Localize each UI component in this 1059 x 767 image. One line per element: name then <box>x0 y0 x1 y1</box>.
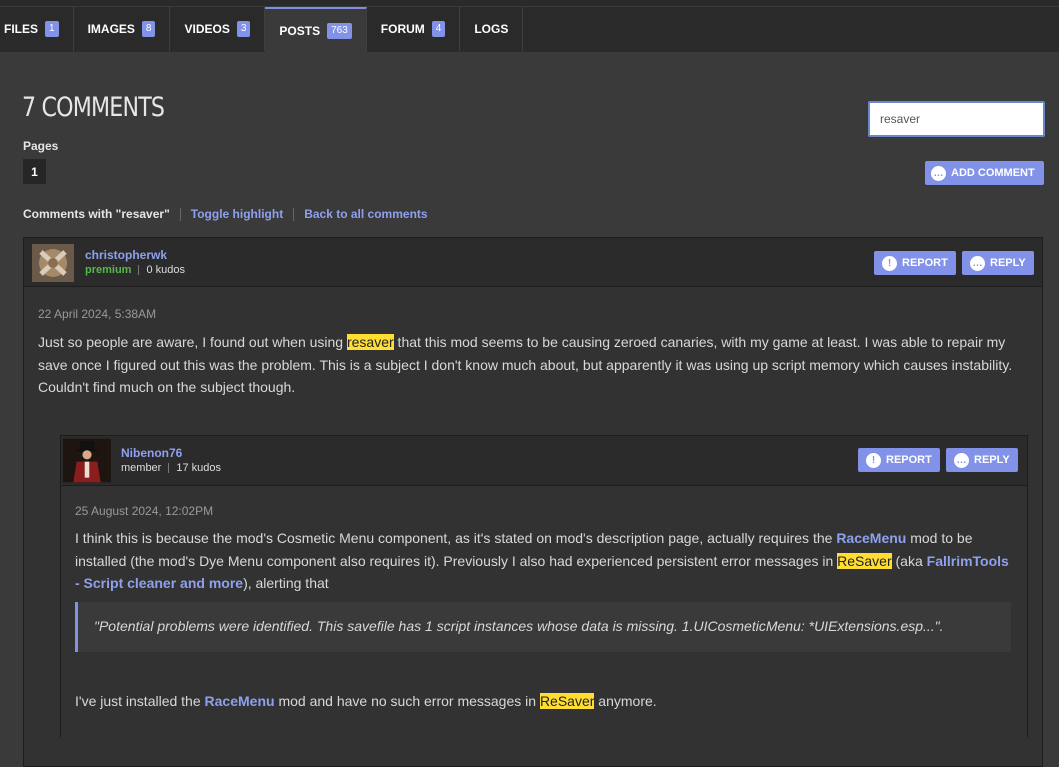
search-highlight: resaver <box>346 334 394 350</box>
author-meta: premium 0 kudos <box>85 264 185 276</box>
filter-label: Comments with "resaver" <box>23 207 170 221</box>
tab-label: FILES <box>4 22 39 36</box>
author-name[interactable]: Nibenon76 <box>121 446 182 460</box>
add-comment-label: ADD COMMENT <box>951 167 1035 179</box>
text-segment: anymore. <box>594 693 657 709</box>
tab-images[interactable]: IMAGES 8 <box>74 7 171 51</box>
racemenu-link[interactable]: RaceMenu <box>205 693 275 709</box>
tab-label: VIDEOS <box>184 22 230 36</box>
filter-line: Comments with "resaver" Toggle highlight… <box>23 207 428 221</box>
comment-date: 25 August 2024, 12:02PM <box>75 504 214 518</box>
text-segment: I think this is because the mod's Cosmet… <box>75 530 837 546</box>
search-input[interactable] <box>868 101 1045 137</box>
tab-label: FORUM <box>380 22 425 36</box>
report-label: REPORT <box>886 454 932 466</box>
text-segment: (aka <box>891 552 927 569</box>
tab-videos[interactable]: VIDEOS 3 <box>170 7 266 51</box>
search-highlight: ReSaver <box>539 693 595 709</box>
reply-button[interactable]: … REPLY <box>962 251 1034 275</box>
page-number-button[interactable]: 1 <box>23 159 46 184</box>
report-label: REPORT <box>902 257 948 269</box>
tab-count-badge: 3 <box>236 21 251 37</box>
tab-label: LOGS <box>474 22 509 36</box>
tab-count-badge: 1 <box>45 21 59 37</box>
member-role: premium <box>85 264 132 276</box>
divider <box>168 463 170 473</box>
text-segment: Just so people are aware, I found out wh… <box>38 334 347 350</box>
alert-icon: ! <box>866 452 881 468</box>
tab-bar: FILES 1 IMAGES 8 VIDEOS 3 POSTS 763 FORUM 4 L… <box>0 6 1059 52</box>
comment-text: I think this is because the mod's Cosmet… <box>75 527 1013 595</box>
comment-christopherwk: christopherwk premium 0 kudos ! REPORT …… <box>23 237 1043 767</box>
tab-logs[interactable]: LOGS <box>460 7 524 51</box>
report-button[interactable]: ! REPORT <box>858 448 940 472</box>
text-segment: mod and have no such error messages in <box>274 693 540 709</box>
divider <box>293 207 295 221</box>
comment-text: I've just installed the RaceMenu mod and… <box>75 690 657 713</box>
comment-icon: … <box>954 452 969 468</box>
comment-body: 22 April 2024, 5:38AM Just so people are… <box>24 287 1042 399</box>
tab-posts[interactable]: POSTS 763 <box>265 7 367 52</box>
author-name[interactable]: christopherwk <box>85 248 167 262</box>
tab-forum[interactable]: FORUM 4 <box>367 7 461 51</box>
kudos-count: 0 kudos <box>146 264 185 276</box>
reply-label: REPLY <box>974 454 1010 466</box>
text-segment: ), alerting that <box>243 575 329 591</box>
avatar[interactable] <box>32 244 74 282</box>
report-button[interactable]: ! REPORT <box>874 251 956 275</box>
kudos-count: 17 kudos <box>176 462 221 474</box>
racemenu-link[interactable]: RaceMenu <box>836 530 906 546</box>
divider <box>138 265 140 275</box>
tab-files[interactable]: FILES 1 <box>0 7 74 51</box>
tab-label: IMAGES <box>87 22 135 36</box>
author-meta: member 17 kudos <box>121 462 221 474</box>
reply-comment-nibenon76: Nibenon76 member 17 kudos ! REPORT … REP… <box>60 435 1028 755</box>
comment-text: Just so people are aware, I found out wh… <box>38 331 1028 399</box>
member-role: member <box>121 462 162 474</box>
comment-icon: … <box>970 255 985 271</box>
pages-label: Pages <box>23 139 59 153</box>
tab-count-badge: 763 <box>327 22 352 39</box>
page-title: 7 COMMENTS <box>22 92 165 123</box>
reply-label: REPLY <box>990 257 1026 269</box>
reply-button[interactable]: … REPLY <box>946 448 1018 472</box>
divider <box>179 207 181 221</box>
tab-label: POSTS <box>279 23 321 38</box>
search-highlight: ReSaver <box>837 552 892 569</box>
add-comment-button[interactable]: … ADD COMMENT <box>925 161 1044 185</box>
comment-icon: … <box>931 165 946 181</box>
alert-icon: ! <box>882 255 897 271</box>
comment-date: 22 April 2024, 5:38AM <box>38 307 157 321</box>
tab-count-badge: 4 <box>431 21 446 37</box>
comment-header: Nibenon76 member 17 kudos ! REPORT … REP… <box>61 436 1027 486</box>
toggle-highlight-link[interactable]: Toggle highlight <box>191 207 283 221</box>
comment-body: 25 August 2024, 12:02PM I think this is … <box>61 486 1027 755</box>
back-to-all-comments-link[interactable]: Back to all comments <box>304 207 427 221</box>
avatar[interactable] <box>63 438 111 483</box>
tab-count-badge: 8 <box>141 21 156 37</box>
quote-block: "Potential problems were identified. Thi… <box>75 602 1011 652</box>
text-segment: I've just installed the <box>75 693 205 709</box>
comment-header: christopherwk premium 0 kudos ! REPORT …… <box>24 238 1042 287</box>
